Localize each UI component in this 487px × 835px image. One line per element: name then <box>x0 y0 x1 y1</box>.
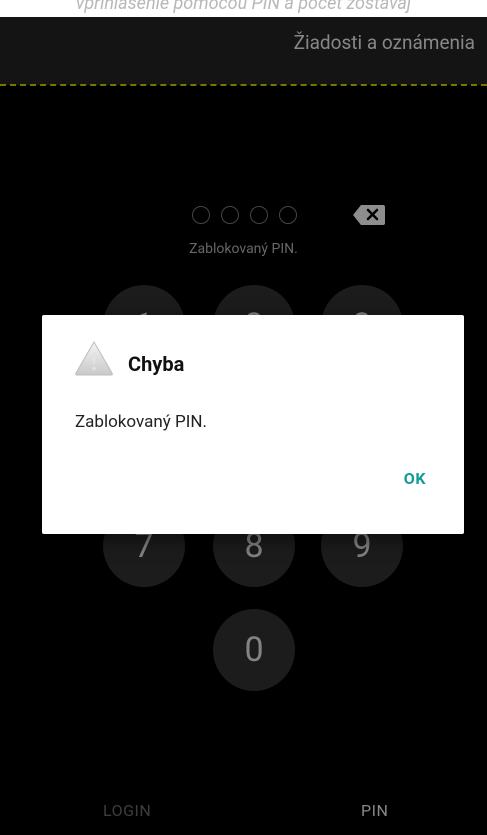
warning-icon <box>75 341 113 376</box>
cutoff-text: vprihlásenie pomocou PIN a počet zostáva… <box>75 0 412 14</box>
dialog-message: Zablokovaný PIN. <box>75 412 207 432</box>
ok-button[interactable]: OK <box>404 469 426 488</box>
dialog-title: Chyba <box>128 352 185 376</box>
error-dialog: Chyba Zablokovaný PIN. OK <box>42 315 464 534</box>
